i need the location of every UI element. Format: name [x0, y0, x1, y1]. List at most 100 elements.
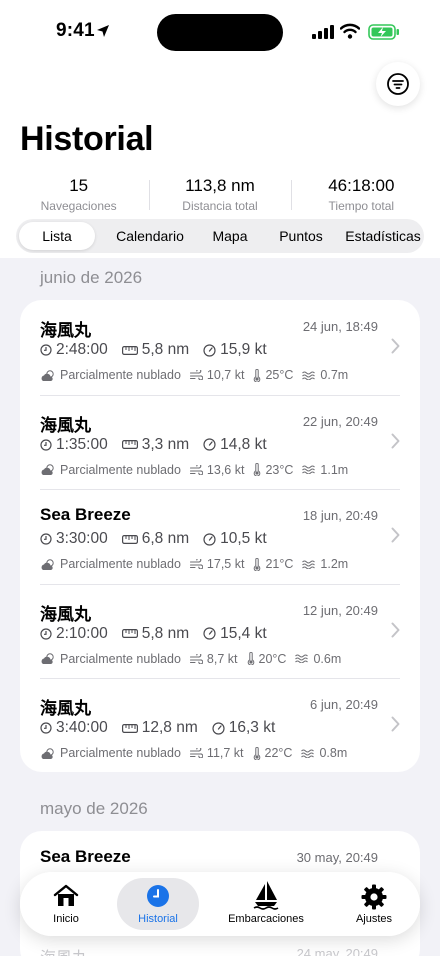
trip-row[interactable]: Sea Breeze 18 jun, 20:49 3:30:00 6,8 nm 10,5… [20, 489, 420, 584]
tab-label: Ajustes [355, 913, 393, 925]
duration-value: 3:40:00 [56, 719, 108, 736]
segment-estadisticas[interactable]: Estadísticas [338, 222, 424, 250]
wind-icon [189, 653, 203, 664]
stat-value: 113,8 nm [185, 176, 255, 195]
cellular-signal-icon [312, 25, 334, 39]
trip-row[interactable]: 海風丸 24 jun, 18:49 2:48:00 5,8 nm 15,9 kt Parc… [20, 300, 420, 395]
clock-icon [147, 885, 169, 907]
stat-total-time: 46:18:00 Tiempo total [290, 176, 432, 216]
weather-condition: Parcialmente nublado [40, 463, 181, 477]
wave-height: 0.7m [302, 368, 348, 382]
wind-speed: 10,7 kt [189, 368, 245, 382]
partly-cloudy-icon [41, 558, 54, 570]
segment-lista[interactable]: Lista [19, 222, 95, 250]
wave-height: 0.6m [295, 652, 341, 666]
trip-row[interactable]: 海風丸 12 jun, 20:49 2:10:00 5,8 nm 15,4 kt Parc… [20, 583, 420, 679]
distance-value: 3,3 nm [141, 435, 190, 453]
speed-value: 14,8 kt [220, 435, 267, 453]
trip-row[interactable]: 海風丸 6 jun, 20:49 3:40:00 12,8 nm 16,3 kt Parc… [20, 678, 420, 772]
speedometer-icon [203, 627, 216, 640]
speedometer-icon [203, 532, 216, 546]
wave-value: 0.6m [313, 651, 342, 666]
trip-speed: 16,3 kt [212, 719, 275, 737]
tab-ajustes[interactable]: Ajustes [336, 878, 412, 930]
speed-value: 15,9 kt [220, 341, 267, 358]
trip-speed: 10,5 kt [203, 530, 267, 548]
segment-puntos[interactable]: Puntos [266, 222, 336, 250]
view-segmented-control: Lista Calendario Mapa Puntos Estadística… [16, 219, 424, 253]
page-title: Historial [20, 120, 154, 158]
chevron-right-icon [391, 338, 400, 354]
trip-duration: 2:10:00 [40, 625, 108, 643]
temperature: 20°C [247, 651, 287, 666]
wave-height: 1.2m [302, 557, 348, 571]
weather-text: Parcialmente nublado [60, 746, 181, 760]
wave-value: 0.8m [319, 746, 348, 760]
segment-calendario[interactable]: Calendario [100, 222, 200, 250]
tab-inicio[interactable]: Inicio [28, 878, 104, 930]
thermometer-icon [253, 746, 260, 760]
distance-value: 12,8 nm [141, 719, 198, 736]
clock-icon [40, 344, 52, 356]
trip-speed: 15,4 kt [203, 625, 267, 643]
trip-duration: 3:40:00 [40, 719, 108, 737]
trip-date: 30 may, 20:49 [296, 850, 378, 865]
partly-cloudy-icon [41, 747, 54, 759]
chevron-right-icon [391, 716, 400, 732]
section-header: mayo de 2026 [40, 799, 148, 818]
duration-value: 2:48:00 [56, 341, 108, 358]
segment-mapa[interactable]: Mapa [192, 222, 268, 250]
temp-value: 21°C [265, 557, 294, 571]
tab-historial[interactable]: Historial [117, 878, 199, 930]
tab-bar: Inicio Historial Embarcaciones Ajustes [20, 872, 420, 936]
wind-value: 8,7 kt [206, 651, 238, 666]
speedometer-icon [203, 343, 216, 357]
trip-weather: Parcialmente nublado 10,7 kt 25°C 0.7m [40, 368, 357, 382]
wind-icon [189, 464, 203, 475]
thermometer-icon [254, 557, 261, 571]
partly-cloudy-icon [41, 653, 54, 664]
sailboat-icon [253, 881, 279, 910]
tab-label: Historial [138, 913, 178, 925]
speedometer-icon [203, 438, 216, 451]
temp-value: 22°C [264, 746, 293, 760]
temperature: 23°C [253, 463, 293, 477]
filter-button[interactable] [376, 62, 420, 106]
trip-distance: 6,8 nm [121, 530, 190, 548]
trip-distance: 12,8 nm [121, 719, 198, 737]
gear-icon [361, 884, 387, 910]
temp-value: 23°C [265, 462, 294, 477]
wind-speed: 11,7 kt [189, 746, 244, 760]
duration-value: 1:35:00 [56, 435, 108, 453]
wind-value: 10,7 kt [206, 368, 245, 382]
chevron-right-icon [391, 433, 400, 448]
thermometer-icon [254, 463, 261, 476]
temp-value: 20°C [258, 651, 287, 666]
clock-icon [40, 627, 52, 640]
trip-row[interactable]: 海風丸 22 jun, 20:49 1:35:00 3,3 nm 14,8 kt Parc… [20, 394, 420, 490]
wave-height: 0.8m [301, 746, 347, 760]
wind-speed: 13,6 kt [189, 463, 244, 477]
status-bar: 9:41 [0, 0, 440, 62]
tab-embarcaciones[interactable]: Embarcaciones [216, 878, 316, 930]
distance-value: 6,8 nm [141, 530, 190, 547]
trip-date: 24 may, 20:49 [296, 946, 378, 956]
boat-name: Sea Breeze [40, 505, 131, 524]
trip-date: 18 jun, 20:49 [302, 508, 378, 523]
trip-date: 24 jun, 18:49 [302, 319, 378, 334]
tab-label: Embarcaciones [228, 913, 304, 925]
distance-value: 5,8 nm [141, 624, 190, 642]
distance-value: 5,8 nm [141, 341, 190, 358]
trip-speed: 14,8 kt [203, 436, 267, 454]
boat-name: 海風丸 [40, 944, 88, 956]
stat-label: Navegaciones [40, 199, 117, 213]
duration-value: 2:10:00 [56, 624, 108, 642]
duration-value: 3:30:00 [56, 530, 108, 547]
boat-name: 海風丸 [40, 321, 91, 340]
weather-text: Parcialmente nublado [60, 368, 181, 382]
ruler-icon [121, 345, 138, 355]
battery-charging-icon [368, 24, 399, 40]
wind-value: 11,7 kt [206, 746, 244, 760]
stat-total-distance: 113,8 nm Distancia total [149, 176, 290, 216]
speed-value: 10,5 kt [220, 530, 267, 547]
